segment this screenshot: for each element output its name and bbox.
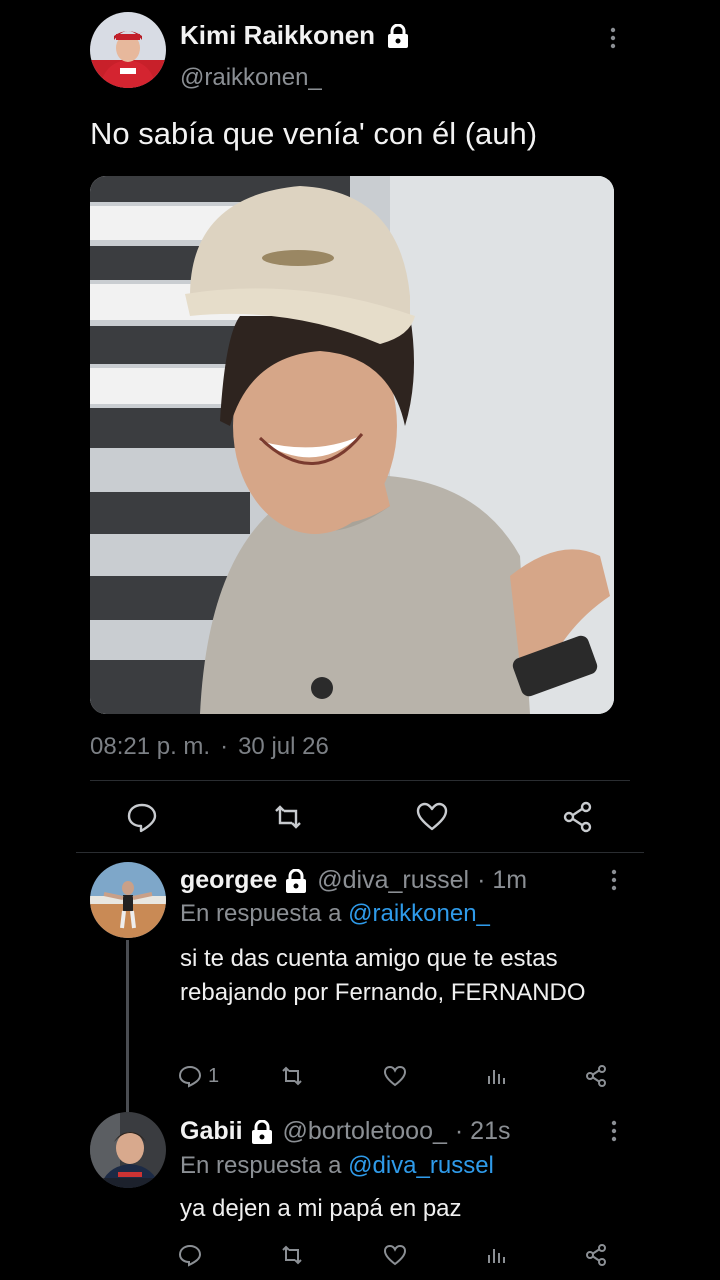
views-icon[interactable] xyxy=(484,1241,508,1269)
reply-avatar[interactable] xyxy=(90,1112,166,1188)
reply-count: 1 xyxy=(208,1064,220,1087)
like-icon[interactable] xyxy=(416,801,448,833)
reply-actions: 1 xyxy=(178,1062,618,1092)
reply-button[interactable]: 1 xyxy=(178,1062,219,1090)
retweet-icon[interactable] xyxy=(280,1241,304,1269)
reply-to-mention[interactable]: @raikkonen_ xyxy=(348,900,490,927)
reply-name[interactable]: georgee xyxy=(180,866,277,895)
reply-age: · 1m xyxy=(477,866,528,894)
lock-icon xyxy=(251,1119,273,1144)
author-avatar[interactable] xyxy=(90,12,166,88)
reply-context: En respuesta a @raikkonen_ xyxy=(180,900,490,928)
tweet-timestamp: 08:21 p. m. · 30 jul 26 xyxy=(90,733,329,761)
reply-context: En respuesta a @diva_russel xyxy=(180,1152,494,1180)
share-icon[interactable] xyxy=(562,801,594,833)
reply-icon[interactable] xyxy=(126,801,158,833)
lock-icon xyxy=(285,868,307,893)
more-icon[interactable] xyxy=(609,1119,619,1143)
like-icon[interactable] xyxy=(383,1241,407,1269)
author-name-row: Kimi Raikkonen xyxy=(180,20,409,51)
share-icon[interactable] xyxy=(584,1062,608,1090)
reply-handle[interactable]: @diva_russel xyxy=(317,866,469,895)
reply-actions xyxy=(178,1241,618,1271)
more-icon[interactable] xyxy=(609,868,619,892)
reply-icon xyxy=(178,1244,202,1267)
reply-button[interactable] xyxy=(178,1241,208,1269)
retweet-icon[interactable] xyxy=(272,801,304,833)
divider xyxy=(90,780,630,781)
reply-icon xyxy=(178,1065,202,1088)
reply-age: · 21s xyxy=(454,1117,511,1145)
reply-to-mention[interactable]: @diva_russel xyxy=(348,1152,494,1179)
lock-icon xyxy=(387,23,409,48)
reply-prefix: En respuesta a xyxy=(180,1152,342,1179)
reply-handle[interactable]: @bortoletooo_ xyxy=(283,1117,447,1146)
more-icon[interactable] xyxy=(608,26,618,50)
reply-text: ya dejen a mi papá en paz xyxy=(180,1195,462,1222)
author-name[interactable]: Kimi Raikkonen xyxy=(180,20,375,51)
share-icon[interactable] xyxy=(584,1241,608,1269)
views-icon[interactable] xyxy=(484,1062,508,1090)
reply-header: Gabii @bortoletooo_ · 21s xyxy=(180,1117,511,1146)
reply-text: si te das cuenta amigo que te estas reba… xyxy=(180,945,586,1006)
author-handle[interactable]: @raikkonen_ xyxy=(180,64,322,92)
reply-header: georgee @diva_russel · 1m xyxy=(180,866,527,895)
like-icon[interactable] xyxy=(383,1062,407,1090)
tweet-actions xyxy=(90,795,630,839)
thread-line xyxy=(126,940,129,1112)
reply-avatar[interactable] xyxy=(90,862,166,938)
separator: · xyxy=(220,733,229,760)
reply-prefix: En respuesta a xyxy=(180,900,342,927)
tweet-photo[interactable] xyxy=(90,176,614,714)
reply-name[interactable]: Gabii xyxy=(180,1117,243,1146)
tweet-text: No sabía que venía' con él (auh) xyxy=(90,116,538,151)
divider xyxy=(76,852,644,853)
tweet-time: 08:21 p. m. xyxy=(90,733,211,760)
retweet-icon[interactable] xyxy=(280,1062,304,1090)
tweet-date: 30 jul 26 xyxy=(238,733,329,760)
